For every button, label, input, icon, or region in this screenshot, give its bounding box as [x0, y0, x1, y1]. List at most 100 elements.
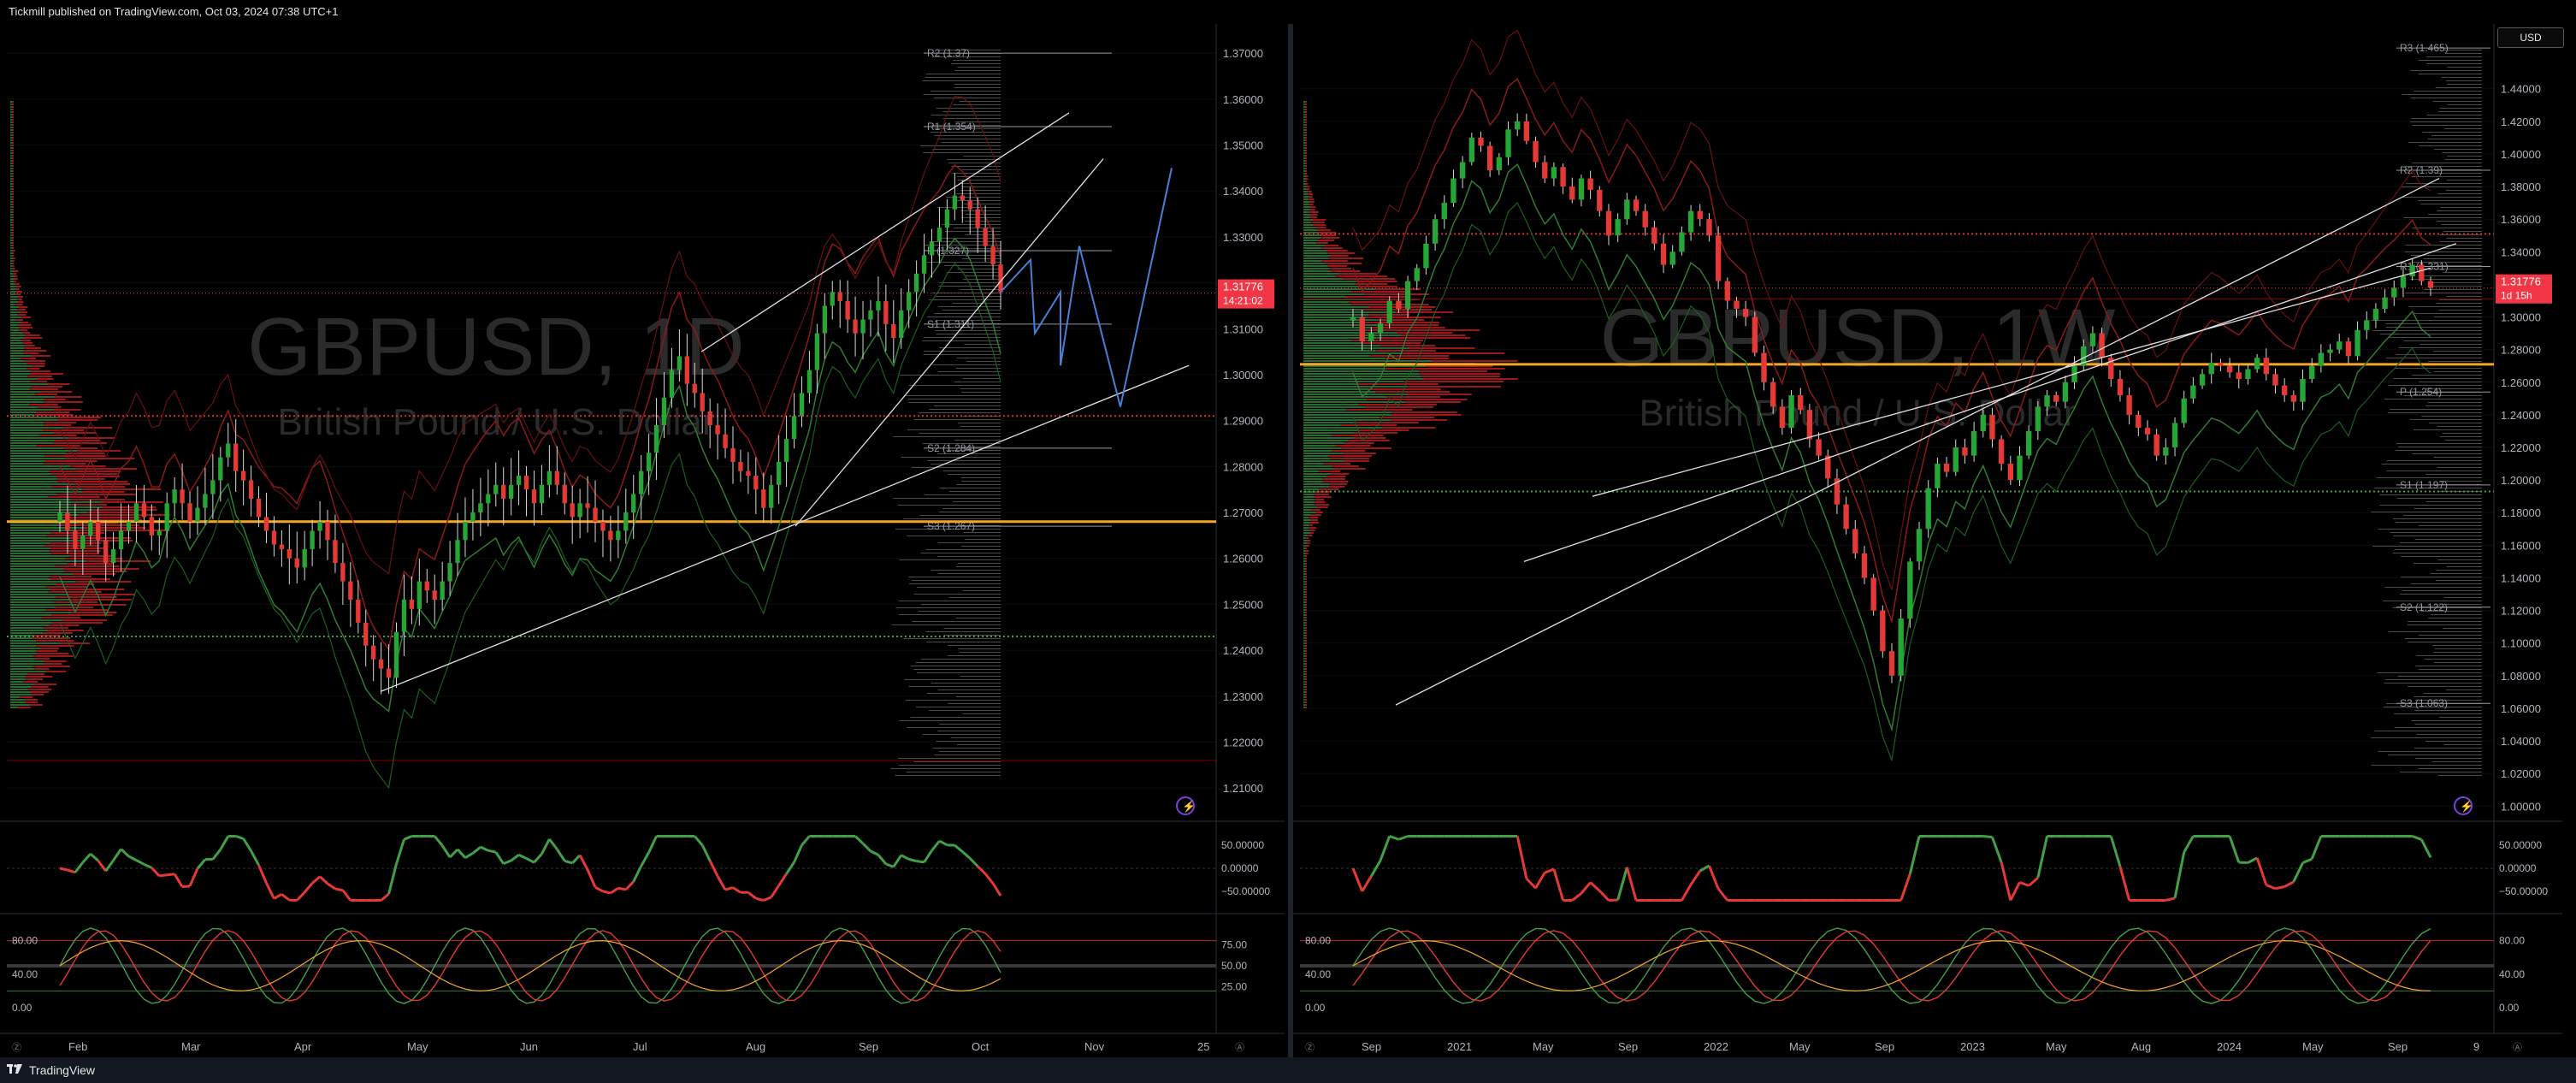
volume-profile-sell [14, 270, 19, 272]
volume-profile-sell [12, 165, 14, 167]
volume-profile-sell [11, 188, 14, 190]
candle-bullish [470, 512, 476, 522]
volume-profile-buy [10, 568, 64, 570]
volume-profile-right [2432, 101, 2482, 102]
currency-badge[interactable]: USD [2497, 27, 2564, 48]
candle-bullish [2171, 423, 2178, 448]
volume-profile-buy [1303, 314, 1370, 316]
volume-profile-sell [46, 586, 87, 588]
candle-bullish [88, 521, 93, 536]
left-chart[interactable]: 1.370001.360001.350001.340001.330001.320… [0, 24, 1288, 1057]
volume-profile-sell [44, 463, 86, 465]
momentum-line [1900, 873, 1911, 901]
volume-profile-sell [1358, 286, 1397, 287]
volume-profile-buy [1303, 468, 1334, 470]
momentum-line [617, 886, 627, 891]
volume-profile-right [907, 727, 1001, 728]
volume-profile-buy [1303, 435, 1332, 436]
timezone-icon: Ⓩ [1305, 1042, 1315, 1053]
volume-profile-sell [1304, 707, 1307, 708]
candle-bearish [2007, 464, 2013, 481]
candle-bullish [1386, 300, 1392, 324]
momentum-line [2247, 856, 2258, 864]
price-tick-label: 1.38000 [2501, 180, 2541, 193]
volume-profile-sell [12, 170, 14, 172]
left-chart-panel[interactable]: 1.370001.360001.350001.340001.330001.320… [0, 24, 1288, 1057]
momentum-line [167, 873, 175, 877]
volume-profile-right [2379, 494, 2482, 495]
volume-profile-right [960, 477, 1001, 478]
volume-profile-buy [1303, 198, 1309, 200]
volume-profile-sell [25, 345, 35, 346]
candle-bearish [531, 489, 537, 504]
candle-bearish [2226, 365, 2233, 373]
candle-bearish [248, 480, 254, 499]
momentum-line [1681, 884, 1693, 902]
volume-profile-buy [10, 109, 13, 110]
volume-profile-right [2430, 573, 2482, 574]
momentum-line [2009, 881, 2021, 902]
volume-profile-sell [1304, 650, 1307, 652]
volume-profile-right [934, 135, 1001, 136]
volume-profile-sell [1324, 463, 1351, 465]
volume-profile-sell [1315, 227, 1326, 228]
volume-profile-right [904, 679, 1001, 680]
volume-profile-sell [1352, 437, 1386, 439]
volume-profile-sell [1304, 583, 1307, 585]
volume-profile-buy [10, 663, 44, 665]
candle-bullish [1578, 178, 1585, 200]
volume-profile-sell [1305, 660, 1307, 662]
volume-profile-right [950, 737, 1001, 738]
volume-profile-sell [1305, 571, 1307, 572]
right-chart[interactable]: 1.440001.420001.400001.380001.360001.340… [1293, 24, 2576, 1057]
volume-profile-right [2438, 310, 2482, 311]
volume-profile-buy [10, 563, 68, 565]
volume-profile-buy [10, 240, 13, 241]
volume-profile-buy [10, 450, 79, 452]
candle-bullish [157, 530, 162, 536]
volume-profile-buy [1303, 340, 1352, 341]
volume-profile-buy [1303, 119, 1306, 121]
volume-profile-buy [10, 655, 33, 657]
volume-profile-buy [1303, 291, 1351, 293]
momentum-line [242, 837, 252, 852]
momentum-line [923, 849, 933, 863]
volume-profile-sell [54, 396, 82, 398]
candle-bullish [2400, 275, 2407, 288]
volume-profile-buy [10, 586, 47, 588]
volume-profile-buy [10, 445, 37, 447]
volume-profile-right [2437, 467, 2482, 468]
volume-profile-sell [12, 193, 14, 195]
volume-profile-buy [10, 124, 12, 126]
volume-profile-buy [1303, 486, 1330, 488]
volume-profile-buy [1303, 419, 1391, 421]
volume-profile-sell [56, 596, 117, 598]
volume-profile-right [955, 566, 1001, 567]
volume-profile-right [923, 354, 1001, 355]
volume-profile-sell [1305, 170, 1307, 172]
volume-profile-right [913, 669, 1001, 670]
volume-profile-buy [10, 696, 21, 698]
volume-profile-right [2384, 679, 2482, 680]
volume-profile-right [2418, 60, 2482, 61]
volume-profile-sell [17, 299, 22, 300]
volume-profile-sell [1315, 501, 1326, 503]
volume-profile-sell [11, 227, 14, 228]
candle-bullish [776, 461, 782, 485]
candle-bullish [913, 273, 919, 293]
volume-profile-right [2442, 152, 2482, 153]
price-tick-label: 1.18000 [2501, 506, 2541, 519]
volume-profile-sell [1374, 288, 1421, 290]
candle-bullish [1953, 447, 1959, 472]
volume-profile-right [2436, 221, 2482, 222]
volume-profile-buy [10, 650, 37, 652]
volume-profile-sell [12, 155, 14, 157]
volume-profile-sell [1361, 342, 1421, 344]
volume-profile-sell [1305, 612, 1307, 613]
time-axis-label: Aug [2131, 1040, 2151, 1053]
volume-profile-sell [1315, 512, 1323, 513]
candle-bullish [2409, 264, 2415, 276]
candle-bullish [1898, 618, 1904, 676]
right-chart-panel[interactable]: 1.44000 1.42000 1.40000 1.38000 1.36000 1.340… [1293, 24, 2576, 1057]
candle-bullish [478, 503, 483, 513]
